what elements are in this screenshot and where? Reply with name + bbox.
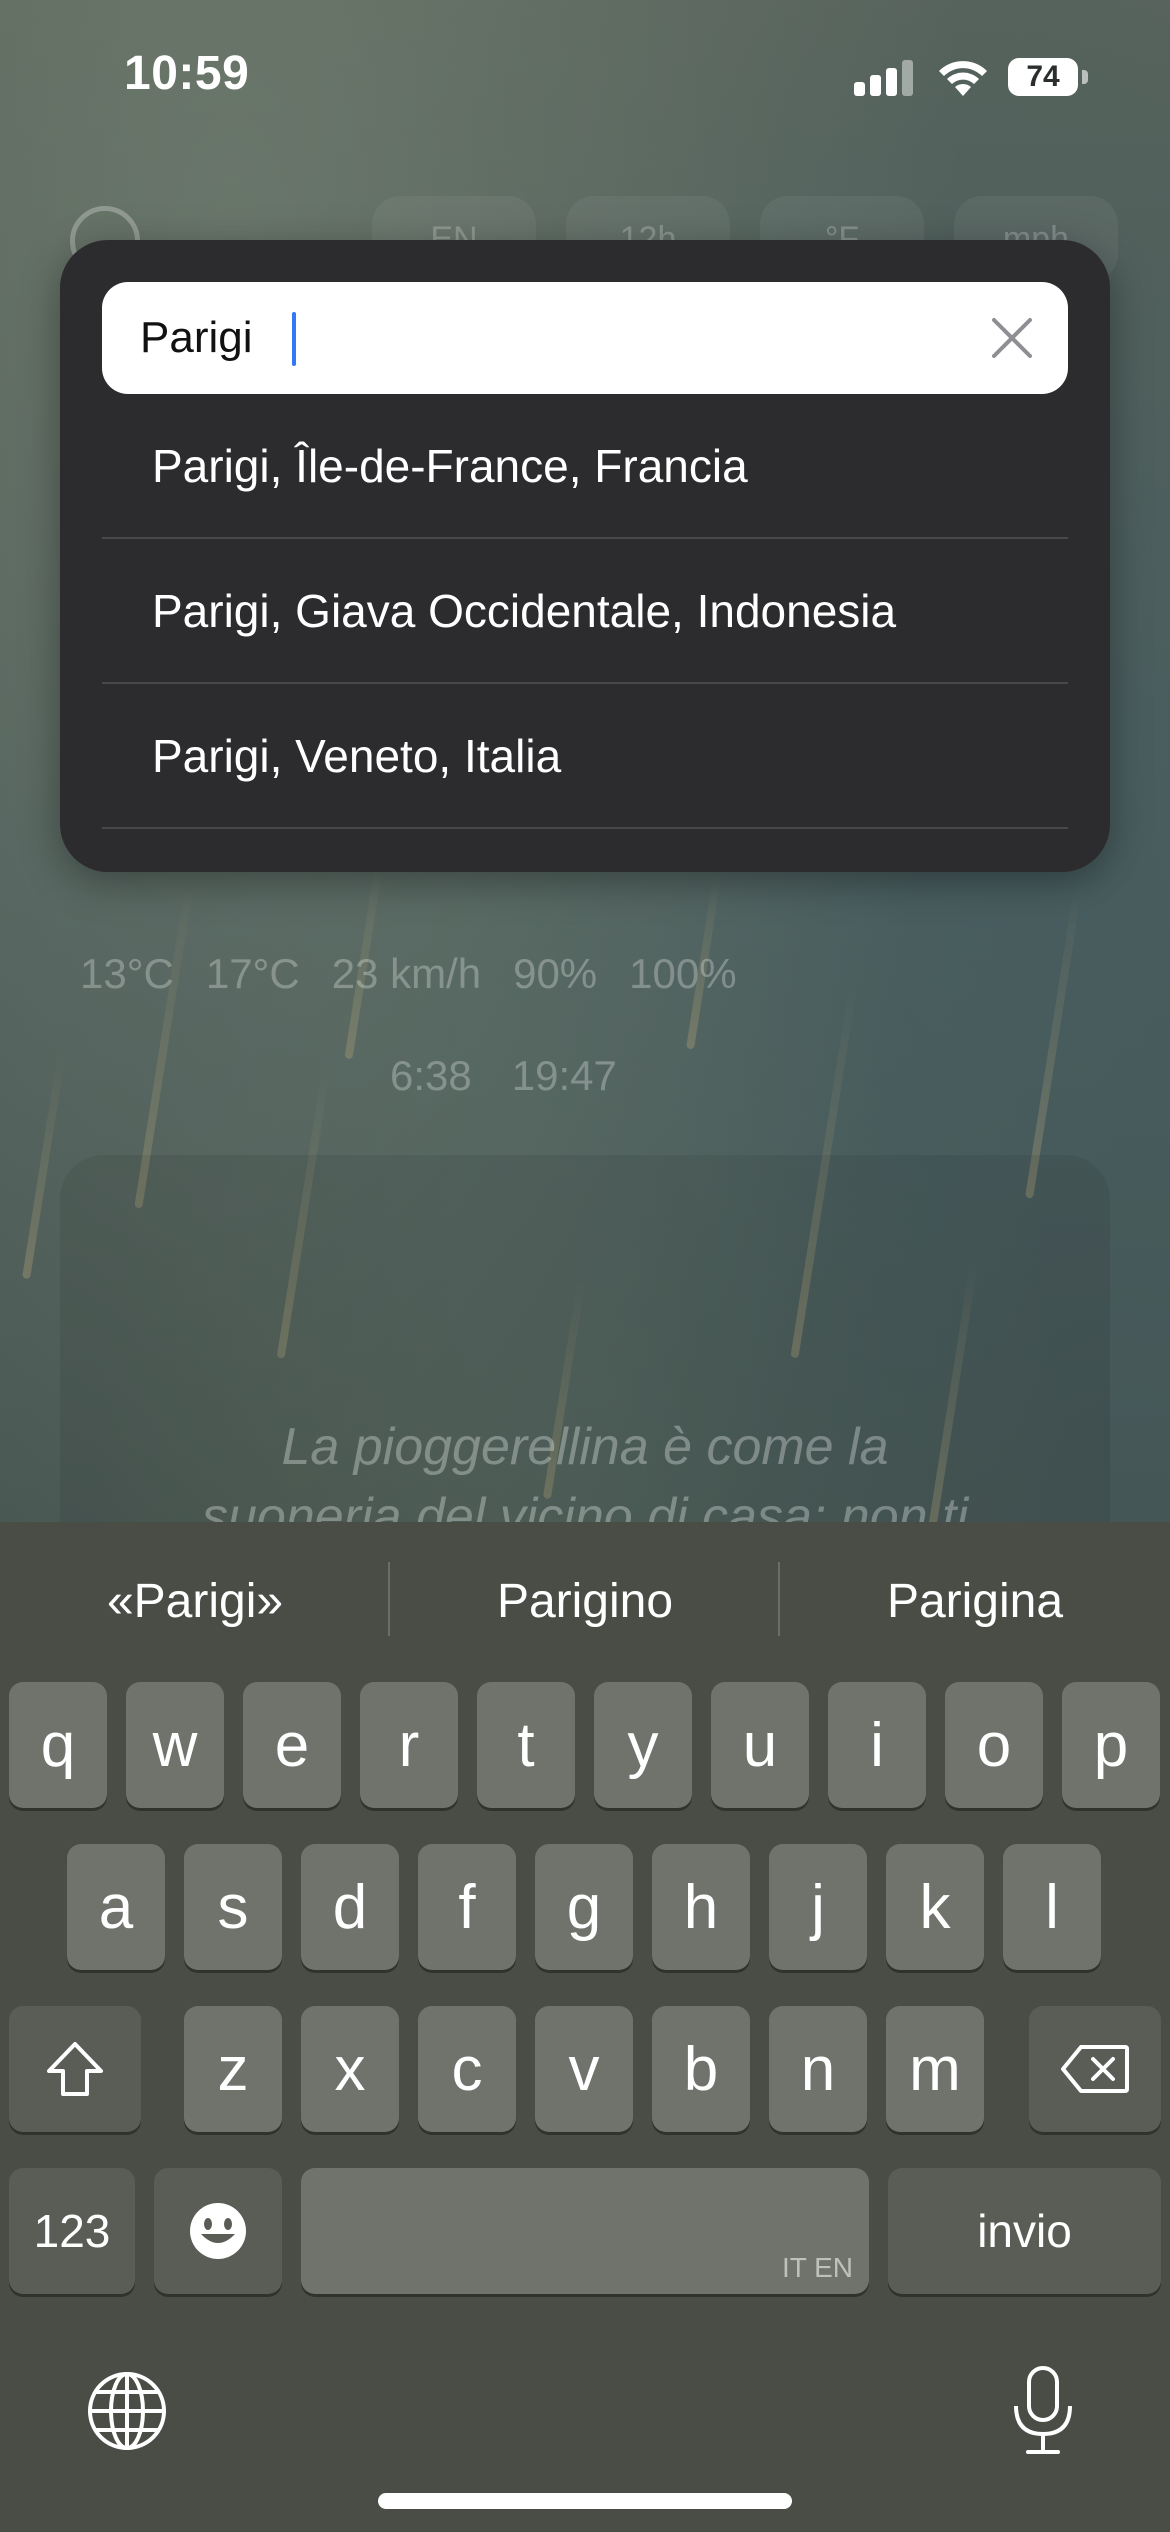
key-k[interactable]: k (886, 1844, 984, 1970)
wind-speed: 23 km/h (331, 950, 482, 997)
key-n[interactable]: n (769, 2006, 867, 2132)
key-a[interactable]: a (67, 1844, 165, 1970)
shift-key[interactable] (9, 2006, 141, 2132)
key-w[interactable]: w (126, 1682, 224, 1808)
key-l[interactable]: l (1003, 1844, 1101, 1970)
keyboard: «Parigi» Parigino Parigina q w e r t y u… (0, 1522, 1170, 2532)
space-key[interactable]: IT EN (301, 2168, 869, 2294)
key-o[interactable]: o (945, 1682, 1043, 1808)
key-c[interactable]: c (418, 2006, 516, 2132)
key-h[interactable]: h (652, 1844, 750, 1970)
key-q[interactable]: q (9, 1682, 107, 1808)
search-result[interactable]: Parigi, Île-de-France, Francia (102, 394, 1068, 539)
temp-max: 17°C (205, 950, 300, 997)
space-languages: IT EN (781, 2252, 853, 2283)
delete-key[interactable] (1029, 2006, 1161, 2132)
search-result[interactable]: Parigi, Veneto, Italia (102, 684, 1068, 829)
predictive-bar: «Parigi» Parigino Parigina (0, 1522, 1170, 1682)
key-y[interactable]: y (594, 1682, 692, 1808)
key-r[interactable]: r (360, 1682, 458, 1808)
home-indicator[interactable] (378, 2493, 792, 2509)
text-cursor (292, 312, 296, 366)
key-g[interactable]: g (535, 1844, 633, 1970)
signal-icon (854, 60, 916, 96)
search-results: Parigi, Île-de-France, Francia Parigi, G… (102, 394, 1068, 829)
wifi-icon (939, 61, 987, 96)
emoji-icon (190, 2203, 246, 2259)
shift-icon (47, 2042, 103, 2096)
location-search-panel: Parigi Parigi, Île-de-France, Francia Pa… (60, 240, 1110, 872)
sun-times: 6:38 19:47 (390, 1052, 617, 1100)
key-f[interactable]: f (418, 1844, 516, 1970)
numbers-key[interactable]: 123 (9, 2168, 135, 2294)
suggestion-3[interactable]: Parigina (780, 1522, 1170, 1682)
key-p[interactable]: p (1062, 1682, 1160, 1808)
key-e[interactable]: e (243, 1682, 341, 1808)
key-j[interactable]: j (769, 1844, 867, 1970)
sunrise-time: 6:38 (390, 1052, 472, 1099)
clock: 10:59 (124, 47, 250, 100)
delete-icon (1061, 2045, 1129, 2093)
key-z[interactable]: z (184, 2006, 282, 2132)
key-i[interactable]: i (828, 1682, 926, 1808)
key-t[interactable]: t (477, 1682, 575, 1808)
key-s[interactable]: s (184, 1844, 282, 1970)
search-result[interactable]: Parigi, Giava Occidentale, Indonesia (102, 539, 1068, 684)
key-b[interactable]: b (652, 2006, 750, 2132)
search-input[interactable]: Parigi (102, 282, 1068, 394)
battery-icon: 74 (1008, 58, 1078, 96)
sunset-time: 19:47 (511, 1052, 617, 1099)
search-input-value[interactable]: Parigi (140, 282, 253, 394)
suggestion-1[interactable]: «Parigi» (0, 1522, 390, 1682)
key-x[interactable]: x (301, 2006, 399, 2132)
status-bar: 10:59 74 (0, 0, 1170, 150)
return-key[interactable]: invio (888, 2168, 1161, 2294)
precipitation: 100% (629, 950, 737, 997)
key-v[interactable]: v (535, 2006, 633, 2132)
key-u[interactable]: u (711, 1682, 809, 1808)
globe-icon[interactable] (86, 2370, 168, 2452)
key-d[interactable]: d (301, 1844, 399, 1970)
key-m[interactable]: m (886, 2006, 984, 2132)
temp-min: 13°C (80, 950, 174, 997)
microphone-icon[interactable] (1010, 2364, 1076, 2458)
suggestion-2[interactable]: Parigino (390, 1522, 780, 1682)
clear-icon[interactable] (986, 312, 1038, 364)
weather-stats: 13°C 17°C 23 km/h 90% 100% (80, 950, 1100, 998)
emoji-key[interactable] (154, 2168, 282, 2294)
humidity: 90% (513, 950, 598, 997)
